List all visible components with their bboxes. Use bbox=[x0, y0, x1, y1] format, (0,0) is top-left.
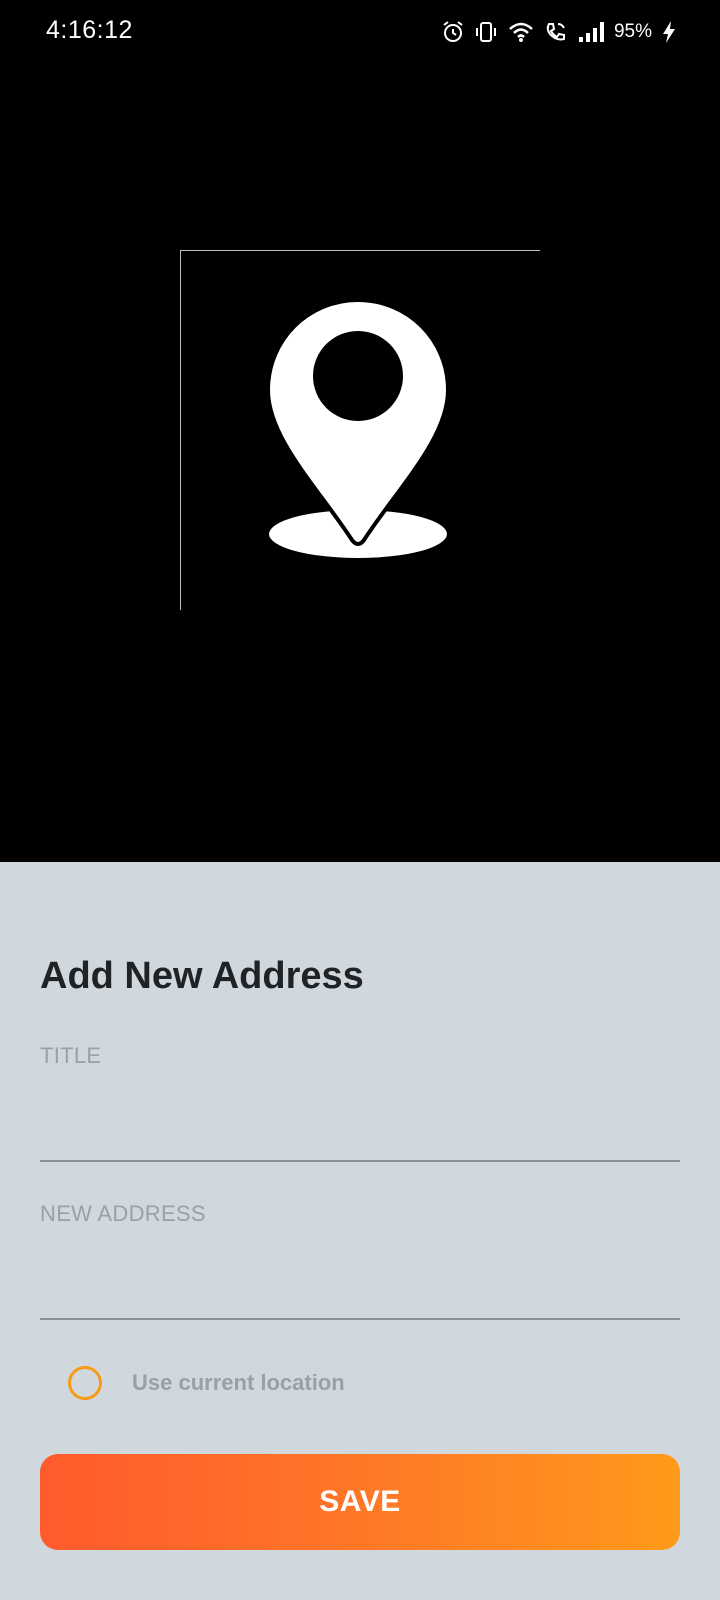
title-field-label: TITLE bbox=[40, 1043, 102, 1068]
address-field-label: NEW ADDRESS bbox=[40, 1201, 206, 1226]
use-current-location-option[interactable]: Use current location bbox=[68, 1366, 345, 1400]
header-image-area: 4:16:12 95% bbox=[0, 0, 720, 862]
status-time: 4:16:12 bbox=[46, 16, 133, 44]
frame-border-left bbox=[180, 250, 181, 610]
address-input[interactable] bbox=[40, 1268, 680, 1320]
wifi-call-icon bbox=[544, 20, 568, 44]
status-bar: 4:16:12 95% bbox=[0, 0, 720, 64]
signal-icon bbox=[578, 21, 604, 43]
vibrate-icon bbox=[474, 20, 498, 44]
title-input[interactable] bbox=[40, 1110, 680, 1162]
use-current-location-label: Use current location bbox=[132, 1370, 345, 1395]
save-button-label: SAVE bbox=[319, 1485, 401, 1518]
location-pin-icon bbox=[265, 297, 451, 567]
charging-icon bbox=[662, 20, 676, 44]
address-image-frame bbox=[180, 250, 540, 610]
save-button[interactable]: SAVE bbox=[40, 1454, 680, 1550]
frame-border-top bbox=[180, 250, 540, 251]
alarm-icon bbox=[442, 20, 464, 44]
page-title: Add New Address bbox=[40, 955, 364, 997]
location-radio-button[interactable] bbox=[68, 1366, 102, 1400]
wifi-icon bbox=[508, 21, 534, 43]
status-icons: 95% bbox=[442, 18, 676, 46]
screen: 4:16:12 95% Add New Address TITLE NEW AD… bbox=[0, 0, 720, 1600]
battery-percentage: 95% bbox=[613, 21, 652, 42]
